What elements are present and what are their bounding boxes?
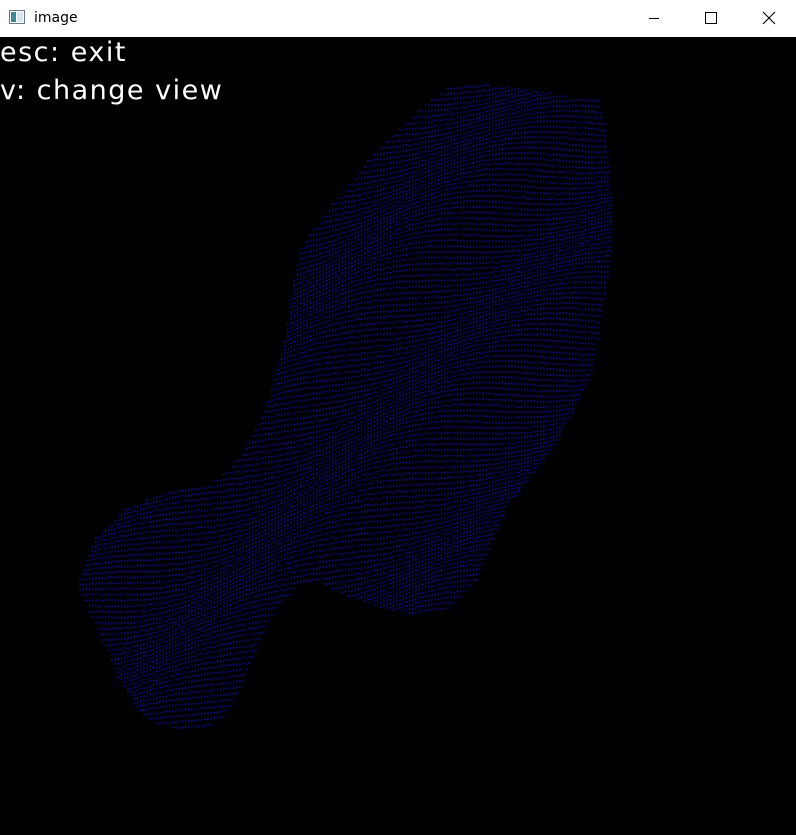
close-button[interactable]: [740, 0, 796, 37]
help-text-exit: esc: exit: [0, 37, 127, 68]
app-icon: [9, 10, 25, 24]
point-cloud: [0, 37, 796, 835]
render-canvas[interactable]: esc: exit v: change view: [0, 37, 796, 835]
help-text-change-view: v: change view: [0, 75, 224, 106]
maximize-button[interactable]: [683, 0, 741, 37]
minimize-icon: [649, 18, 659, 19]
close-icon: [762, 11, 776, 25]
window-title: image: [34, 10, 78, 26]
minimize-button[interactable]: [625, 0, 683, 37]
maximize-icon: [705, 12, 717, 24]
app-window: image esc: exit v: change view: [0, 0, 796, 835]
title-bar[interactable]: image: [0, 0, 796, 37]
